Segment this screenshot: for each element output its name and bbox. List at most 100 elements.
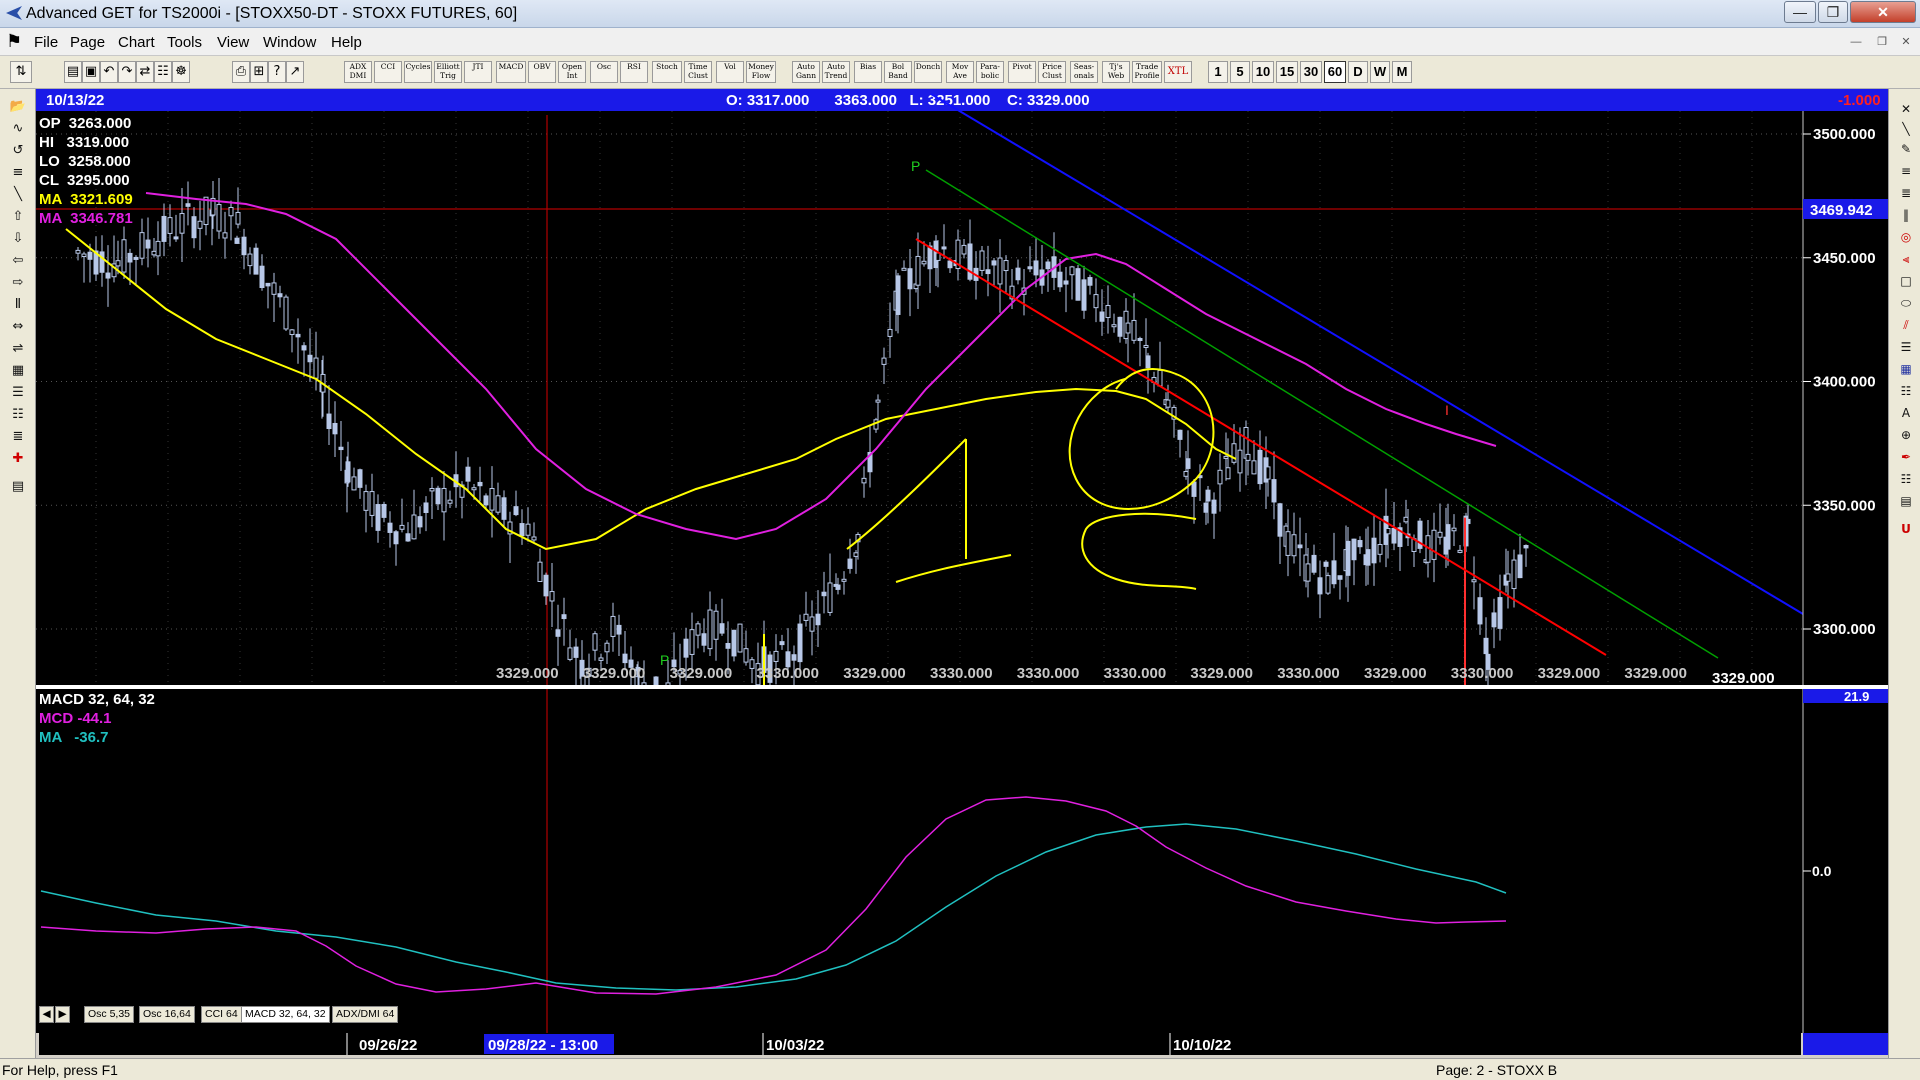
fan-icon[interactable]: ⫷ xyxy=(1895,249,1917,269)
study-money-flow-button[interactable]: Money Flow xyxy=(746,61,776,83)
study-mov-ave-button[interactable]: Mov Ave xyxy=(946,61,974,83)
tab-osc-5-35[interactable]: Osc 5,35 xyxy=(84,1006,135,1023)
redo-icon[interactable]: ↷ xyxy=(118,61,136,83)
study-auto-trend-button[interactable]: Auto Trend xyxy=(822,61,850,83)
study-time-clust-button[interactable]: Time Clust xyxy=(684,61,712,83)
brush-icon[interactable]: ✒ xyxy=(1895,447,1917,467)
sort-icon[interactable]: ⇅ xyxy=(10,61,32,83)
study-vol-button[interactable]: Vol xyxy=(716,61,744,83)
study-stoch-button[interactable]: Stoch xyxy=(652,61,682,83)
study-osc-button[interactable]: Osc xyxy=(590,61,618,83)
menu-file[interactable]: File xyxy=(34,34,58,51)
study-auto-gann-button[interactable]: Auto Gann xyxy=(792,61,820,83)
ellipse-icon[interactable]: ⬭ xyxy=(1895,293,1917,313)
pti-icon[interactable]: ☰ xyxy=(1895,337,1917,357)
undo-icon[interactable]: ↶ xyxy=(100,61,118,83)
print-icon[interactable]: ⎙ xyxy=(232,61,250,83)
document-icon[interactable]: ⚑ xyxy=(6,31,22,52)
zoom-icon[interactable]: ⊞ xyxy=(250,61,268,83)
undo-drawing-icon[interactable]: U xyxy=(1895,519,1917,539)
fib-time-icon[interactable]: ‖ xyxy=(1895,205,1917,225)
fib-icon[interactable]: ≣ xyxy=(6,427,30,447)
menu-tools[interactable]: Tools xyxy=(167,34,202,51)
minimize-button[interactable]: — xyxy=(1784,1,1816,23)
mob-icon[interactable]: ☷ xyxy=(1895,381,1917,401)
bars-icon[interactable]: Ⅱ xyxy=(6,295,30,315)
expand-icon[interactable]: ⇔ xyxy=(6,317,30,337)
menu-window[interactable]: Window xyxy=(263,34,316,51)
study-tjs-web-button[interactable]: Tj's Web xyxy=(1102,61,1130,83)
study-donch-button[interactable]: Donch xyxy=(914,61,942,83)
menu-view[interactable]: View xyxy=(217,34,249,51)
tab-next-button[interactable]: ▶ xyxy=(55,1006,70,1023)
mdi-minimize-button[interactable]: — xyxy=(1848,34,1864,50)
arrow-down-icon[interactable]: ⇩ xyxy=(6,229,30,249)
context-help-icon[interactable]: ↗ xyxy=(286,61,304,83)
grid-icon[interactable]: ☷ xyxy=(154,61,172,83)
study-cci-button[interactable]: CCI xyxy=(374,61,402,83)
mdi-close-button[interactable]: ✕ xyxy=(1898,34,1914,50)
crosshair-icon[interactable]: ✚ xyxy=(6,449,30,469)
layout-icon[interactable]: ▣ xyxy=(82,61,100,83)
tab-osc-16-64[interactable]: Osc 16,64 xyxy=(139,1006,195,1023)
list-icon[interactable]: ☷ xyxy=(1895,469,1917,489)
zoom-in-icon[interactable]: ⊕ xyxy=(1895,425,1917,445)
swap-icon[interactable]: ⇄ xyxy=(136,61,154,83)
tab-cci-64[interactable]: CCI 64 xyxy=(201,1006,242,1023)
delete-icon[interactable]: ✕ xyxy=(1895,99,1917,119)
study-seasonals-button[interactable]: Seas- onals xyxy=(1070,61,1098,83)
study-rsi-button[interactable]: RSI xyxy=(620,61,648,83)
study-bol-band-button[interactable]: Bol Band xyxy=(884,61,912,83)
study-obv-button[interactable]: OBV xyxy=(528,61,556,83)
close-button[interactable]: ✕ xyxy=(1850,1,1916,23)
period-daily-button[interactable]: D xyxy=(1348,61,1368,83)
study-macd-button[interactable]: MACD xyxy=(496,61,526,83)
reset-icon[interactable]: ↺ xyxy=(6,141,30,161)
period-5-button[interactable]: 5 xyxy=(1230,61,1250,83)
fib-ext-icon[interactable]: ≣ xyxy=(1895,183,1917,203)
spiral-icon[interactable]: ◎ xyxy=(1895,227,1917,247)
study-pivot-button[interactable]: Pivot xyxy=(1008,61,1036,83)
open-icon[interactable]: 📂 xyxy=(6,97,30,117)
study-cycles-button[interactable]: Cycles xyxy=(404,61,432,83)
gann-icon[interactable]: ☷ xyxy=(6,405,30,425)
arrow-up-icon[interactable]: ⇧ xyxy=(6,207,30,227)
new-page-icon[interactable]: ▤ xyxy=(64,61,82,83)
grid-alt-icon[interactable]: ☸ xyxy=(172,61,190,83)
text-icon[interactable]: A xyxy=(1895,403,1917,423)
fib-ret-icon[interactable]: ≡ xyxy=(1895,161,1917,181)
study-parabolic-button[interactable]: Para- bolic xyxy=(976,61,1004,83)
macd-panel[interactable]: MACD 32, 64, 32 MCD -44.1 MA -36.7 xyxy=(36,689,1803,1058)
lines-icon[interactable]: ☰ xyxy=(6,383,30,403)
period-60-button[interactable]: 60 xyxy=(1324,61,1346,83)
tab-macd-32-64-32[interactable]: MACD 32, 64, 32 xyxy=(241,1006,330,1023)
period-monthly-button[interactable]: M xyxy=(1392,61,1412,83)
tab-prev-button[interactable]: ◀ xyxy=(39,1006,54,1023)
period-1-button[interactable]: 1 xyxy=(1208,61,1228,83)
pencil-icon[interactable]: ✎ xyxy=(1895,139,1917,159)
line-tool-icon[interactable]: ╲ xyxy=(1895,119,1917,139)
menu-chart[interactable]: Chart xyxy=(118,34,155,51)
box-icon[interactable]: □ xyxy=(1895,271,1917,291)
period-weekly-button[interactable]: W xyxy=(1370,61,1390,83)
elliott-icon[interactable]: ╲ xyxy=(6,185,30,205)
study-trade-profile-button[interactable]: Trade Profile xyxy=(1132,61,1162,83)
mdi-restore-button[interactable]: ❐ xyxy=(1874,34,1890,50)
chart-area[interactable]: 10/13/22 O: 3317.000 3363.000 L: 3251.00… xyxy=(36,89,1888,1058)
period-30-button[interactable]: 30 xyxy=(1300,61,1322,83)
compress-icon[interactable]: ⇌ xyxy=(6,339,30,359)
study-adx-dmi-button[interactable]: ADX DMI xyxy=(344,61,372,83)
study-icon[interactable]: ≡ xyxy=(6,163,30,183)
restore-button[interactable]: ❐ xyxy=(1818,1,1848,23)
study-bias-button[interactable]: Bias xyxy=(854,61,882,83)
study-open-int-button[interactable]: Open Int xyxy=(558,61,586,83)
help-icon[interactable]: ? xyxy=(268,61,286,83)
menu-page[interactable]: Page xyxy=(70,34,105,51)
study-elliott-trig-button[interactable]: Elliott Trig xyxy=(434,61,462,83)
grid-icon[interactable]: ▦ xyxy=(6,361,30,381)
arrow-left-icon[interactable]: ⇦ xyxy=(6,251,30,271)
notes-icon[interactable]: ▤ xyxy=(1895,491,1917,511)
channel-icon[interactable]: ⫽ xyxy=(1895,315,1917,335)
table-icon[interactable]: ▦ xyxy=(1895,359,1917,379)
period-15-button[interactable]: 15 xyxy=(1276,61,1298,83)
